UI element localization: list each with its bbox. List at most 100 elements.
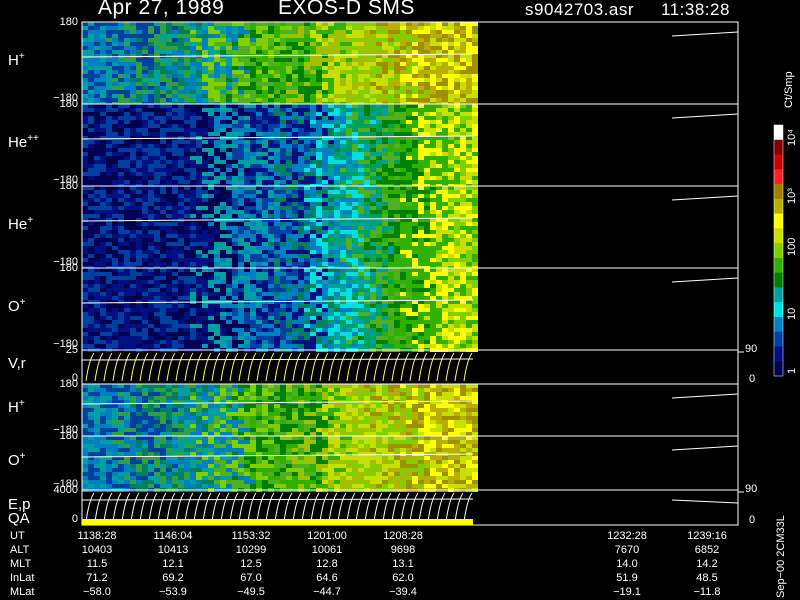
spectrogram-cell <box>82 268 88 272</box>
spectrogram-cell <box>160 284 166 288</box>
spectrogram-cell <box>274 120 280 124</box>
spectrogram-cell <box>376 160 382 164</box>
spectrogram-cell <box>142 98 148 102</box>
spectrogram-cell <box>364 168 370 172</box>
spectrogram-cell <box>166 320 172 324</box>
spectrogram-cell <box>382 176 388 180</box>
spectrogram-cell <box>412 112 418 116</box>
spectrogram-cell <box>388 250 394 254</box>
spectrogram-cell <box>340 120 346 124</box>
spectrogram-cell <box>256 104 262 108</box>
spectrogram-cell <box>358 258 364 262</box>
spectrogram-cell <box>202 140 208 144</box>
spectrogram-cell <box>268 308 274 312</box>
spectrogram-cell <box>376 34 382 38</box>
spectrogram-cell <box>298 42 304 46</box>
spectrogram-cell <box>226 98 232 102</box>
spectrogram-cell <box>250 296 256 300</box>
spectrogram-cell <box>100 136 106 140</box>
spectrogram-cell <box>112 46 118 50</box>
spectrogram-cell <box>154 148 160 152</box>
spectrogram-cell <box>172 324 178 328</box>
spectrogram-cell <box>436 254 442 258</box>
spectrogram-cell <box>334 242 340 246</box>
spectrogram-cell <box>208 30 214 34</box>
spectrogram-cell <box>130 98 136 102</box>
spectrogram-cell <box>370 38 376 42</box>
spectrogram-cell <box>118 320 124 324</box>
spectrogram-cell <box>100 206 106 210</box>
spectrogram-cell <box>352 230 358 234</box>
spectrogram-cell <box>400 206 406 210</box>
spectrogram-cell <box>274 246 280 250</box>
spectrogram-cell <box>310 268 316 272</box>
spectrogram-cell <box>412 190 418 194</box>
spectrogram-cell <box>226 230 232 234</box>
spectrogram-cell <box>172 78 178 82</box>
spectrogram-cell <box>364 198 370 202</box>
spectrogram-cell <box>448 86 454 90</box>
spectrogram-cell <box>460 116 466 120</box>
spectrogram-cell <box>340 186 346 190</box>
spectrogram-cell <box>340 172 346 176</box>
spectrogram-cell <box>148 98 154 102</box>
spectrogram-cell <box>196 336 202 340</box>
spectrogram-cell <box>262 292 268 296</box>
spectrogram-cell <box>190 250 196 254</box>
spectrogram-cell <box>262 336 268 340</box>
spectrogram-cell <box>226 296 232 300</box>
spectrogram-cell <box>466 94 472 98</box>
spectrogram-cell <box>322 164 328 168</box>
spectrogram-cell <box>118 104 124 108</box>
spectrogram-cell <box>280 198 286 202</box>
spectrogram-cell <box>376 50 382 54</box>
spectrogram-cell <box>328 262 334 266</box>
spectrogram-cell <box>328 238 334 242</box>
spectrogram-cell <box>370 94 376 98</box>
spectrogram-cell <box>232 336 238 340</box>
spectrogram-cell <box>178 116 184 120</box>
spectrogram-cell <box>274 94 280 98</box>
spectrogram-cell <box>196 160 202 164</box>
spectrogram-cell <box>220 202 226 206</box>
spectrogram-cell <box>418 104 424 108</box>
spectrogram-cell <box>316 226 322 230</box>
spectrogram-cell <box>406 140 412 144</box>
spectrogram-cell <box>280 336 286 340</box>
spectrogram-cell <box>238 292 244 296</box>
spectrogram-cell <box>382 230 388 234</box>
spectrogram-cell <box>340 86 346 90</box>
spectrogram-cell <box>130 214 136 218</box>
spectrogram-cell <box>88 198 94 202</box>
spectrogram-cell <box>148 58 154 62</box>
spectrogram-cell <box>376 194 382 198</box>
spectrogram-cell <box>220 238 226 242</box>
spectrogram-cell <box>442 70 448 74</box>
spectrogram-cell <box>334 238 340 242</box>
spectrogram-cell <box>232 250 238 254</box>
spectrogram-cell <box>250 22 256 26</box>
spectrogram-cell <box>376 82 382 86</box>
spectrogram-cell <box>208 22 214 26</box>
spectrogram-cell <box>334 132 340 136</box>
spectrogram-cell <box>202 132 208 136</box>
spectrogram-cell <box>142 276 148 280</box>
spectrogram-cell <box>100 144 106 148</box>
spectrogram-cell <box>334 160 340 164</box>
spectrogram-cell <box>346 124 352 128</box>
spectrogram-cell <box>118 144 124 148</box>
spectrogram-cell <box>172 112 178 116</box>
spectrogram-cell <box>298 74 304 78</box>
spectrogram-cell <box>166 242 172 246</box>
spectrogram-cell <box>256 180 262 184</box>
spectrogram-cell <box>94 120 100 124</box>
spectrogram-cell <box>376 70 382 74</box>
spectrogram-cell <box>124 300 130 304</box>
spectrogram-cell <box>190 210 196 214</box>
spectrogram-cell <box>286 58 292 62</box>
spectrogram-cell <box>196 328 202 332</box>
spectrogram-cell <box>430 198 436 202</box>
spectrogram-cell <box>208 164 214 168</box>
spectrogram-cell <box>358 226 364 230</box>
spectrogram-cell <box>376 26 382 30</box>
